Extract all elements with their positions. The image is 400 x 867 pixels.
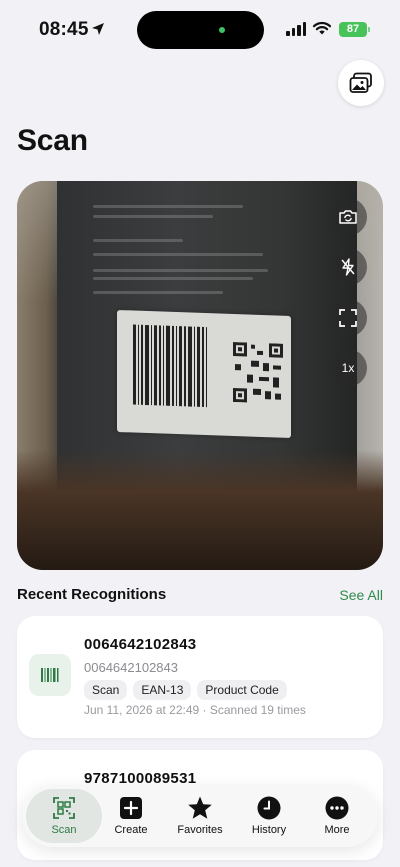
zoom-button[interactable]: 1x (329, 349, 367, 387)
recognition-tags: Scan EAN-13 Product Code (84, 680, 287, 700)
barcode-graphic (133, 324, 209, 408)
tab-more[interactable]: More (302, 789, 372, 843)
tab-history[interactable]: History (234, 789, 304, 843)
ellipsis-icon (325, 796, 349, 820)
switch-camera-button[interactable] (329, 198, 367, 236)
photo-gallery-icon (349, 72, 372, 93)
see-all-link[interactable]: See All (339, 587, 383, 603)
tab-label: Scan (51, 824, 77, 836)
recognition-meta: Jun 11, 2026 at 22:49 · Scanned 19 times (84, 703, 306, 717)
tab-bar: Scan Create Favorites History More (22, 785, 378, 847)
tab-label: Create (114, 824, 148, 836)
dynamic-island (137, 11, 264, 49)
location-arrow-icon (92, 23, 104, 35)
tab-label: Favorites (177, 824, 223, 836)
flash-off-icon (341, 258, 355, 276)
tag-type: Product Code (197, 680, 287, 700)
tab-scan[interactable]: Scan (26, 789, 102, 843)
status-time: 08:45 (39, 19, 89, 40)
recognition-code: 0064642102843 (84, 636, 197, 653)
recent-item-card[interactable]: 0064642102843 0064642102843 Scan EAN-13 … (17, 616, 383, 738)
tag-source: Scan (84, 680, 128, 700)
tab-label: More (324, 824, 350, 836)
cellular-signal-icon (286, 22, 306, 36)
camera-rotate-icon (339, 210, 357, 224)
qr-code-graphic (233, 342, 283, 403)
tag-format: EAN-13 (133, 680, 192, 700)
plus-square-icon (120, 797, 142, 819)
tab-create[interactable]: Create (96, 789, 166, 843)
photo-library-button[interactable] (338, 60, 384, 106)
camera-indicator-dot (219, 27, 225, 33)
recent-recognitions-title: Recent Recognitions (17, 586, 167, 603)
viewfinder-frame-icon (339, 309, 357, 327)
status-bar: 08:45 87 (0, 0, 400, 60)
scan-area-button[interactable] (329, 299, 367, 337)
battery-indicator: 87 (339, 22, 367, 37)
qr-scan-icon (53, 797, 75, 819)
wifi-icon (312, 21, 332, 35)
barcode-icon (29, 654, 71, 696)
star-icon (188, 796, 212, 819)
camera-viewfinder[interactable]: 1x (17, 181, 383, 570)
clock-icon (257, 796, 281, 820)
recognition-content: 0064642102843 (84, 660, 178, 675)
tab-favorites[interactable]: Favorites (165, 789, 235, 843)
flash-toggle-button[interactable] (329, 248, 367, 286)
page-title: Scan (17, 124, 88, 157)
product-label (117, 309, 291, 439)
tab-label: History (251, 824, 287, 836)
